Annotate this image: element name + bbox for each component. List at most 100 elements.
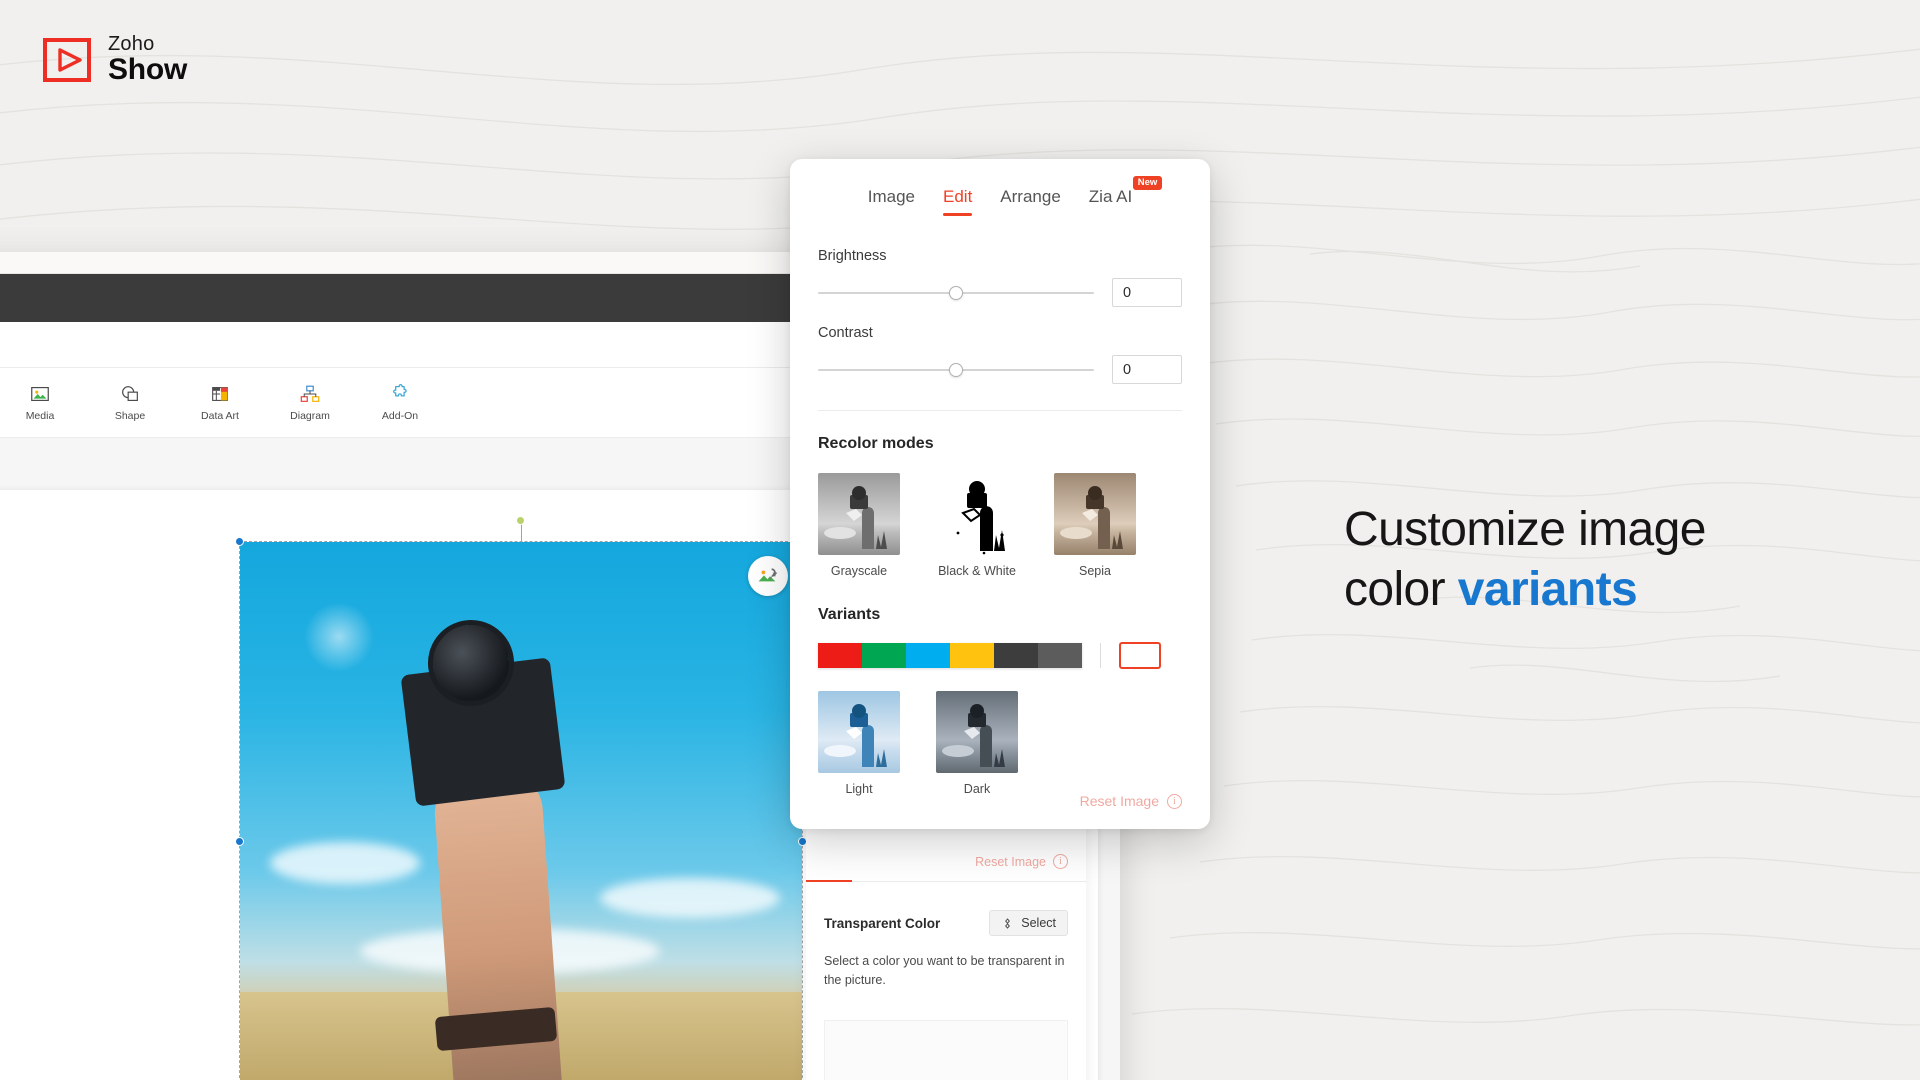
- recolor-mode-sepia-label: Sepia: [1079, 564, 1111, 578]
- transparent-color-preview-area: [824, 1020, 1068, 1080]
- tab-arrange[interactable]: Arrange: [1000, 187, 1060, 216]
- photo-cloud: [270, 842, 420, 884]
- section-divider: [818, 410, 1182, 411]
- brightness-slider-thumb[interactable]: [949, 285, 963, 300]
- swatch-separator: [1100, 643, 1101, 668]
- image-panel-tabs: Image Edit Arrange Zia AI New: [790, 159, 1210, 216]
- brightness-slider[interactable]: [818, 285, 1094, 301]
- marketing-line-2-accent: variants: [1457, 563, 1638, 616]
- screenshot-root: Zoho Show Saved at 1 T Te: [0, 0, 1920, 1080]
- tab-zia-ai[interactable]: Zia AI New: [1088, 176, 1163, 216]
- recolor-mode-black-and-white-label: Black & White: [938, 564, 1016, 578]
- zoho-show-play-logo-icon: [43, 37, 91, 82]
- toolbar-item-diagram[interactable]: Diagram: [286, 383, 334, 422]
- media-picture-icon: [31, 386, 49, 402]
- variant-swatch-row: [818, 642, 1182, 669]
- bg-reset-image-label: Reset Image: [975, 854, 1046, 869]
- tab-image-label: Image: [867, 187, 915, 206]
- grayscale-thumb-image: [818, 473, 900, 555]
- toolbar-item-addon-label: Add-On: [381, 410, 419, 422]
- chevron-down-icon: [1146, 659, 1154, 664]
- transparent-color-description: Select a color you want to be transparen…: [824, 954, 1065, 987]
- variant-tone-light[interactable]: Light: [818, 691, 900, 796]
- toolbar-item-media[interactable]: Media: [16, 383, 64, 422]
- info-circle-icon[interactable]: i: [1053, 854, 1068, 869]
- resize-handle-middle-left[interactable]: [235, 837, 244, 846]
- transparent-color-select-label: Select: [1021, 916, 1056, 930]
- toolbar-item-data-art[interactable]: Data Art: [196, 383, 244, 422]
- photo-sun-glow: [304, 602, 374, 672]
- marketing-line-1: Customize image: [1344, 503, 1706, 556]
- contrast-slider[interactable]: [818, 362, 1094, 378]
- variant-swatch-yellow[interactable]: [950, 643, 994, 668]
- tab-zia-ai-new-badge: New: [1132, 176, 1163, 190]
- recolor-mode-list: Grayscale Black & White Sepia: [818, 473, 1182, 578]
- toolbar-item-media-label: Media: [25, 410, 55, 422]
- diagram-icon: [300, 385, 320, 402]
- slide-body-text: ough the lens of apturing moments om the…: [0, 759, 228, 940]
- contrast-slider-thumb[interactable]: [949, 362, 963, 377]
- variant-swatch-green[interactable]: [862, 643, 906, 668]
- slide-text-block[interactable]: o h y io ough the lens of apturing momen…: [0, 580, 228, 940]
- brightness-row: 0: [818, 278, 1182, 307]
- marketing-line-2-prefix: color: [1344, 563, 1458, 616]
- data-art-icon: [212, 387, 228, 401]
- current-variant-color-picker[interactable]: [1119, 642, 1161, 669]
- rotation-stem: [521, 522, 522, 542]
- variant-tone-dark[interactable]: Dark: [936, 691, 1018, 796]
- toolbar-item-addon[interactable]: Add-On: [376, 383, 424, 422]
- recolor-mode-sepia[interactable]: Sepia: [1054, 473, 1136, 578]
- slide-kicker: o h y: [0, 580, 228, 611]
- panel-accent-rule: [806, 880, 852, 882]
- image-edit-panel: Image Edit Arrange Zia AI New Brightness…: [790, 159, 1210, 829]
- variant-swatch-blue[interactable]: [906, 643, 950, 668]
- brightness-input[interactable]: 0: [1112, 278, 1182, 307]
- replace-image-button[interactable]: [748, 556, 788, 596]
- brand-name-show: Show: [108, 53, 188, 86]
- rotate-handle[interactable]: [516, 516, 525, 525]
- variants-title: Variants: [818, 606, 881, 623]
- variant-swatch-dark-gray[interactable]: [994, 643, 1038, 668]
- brightness-label: Brightness: [818, 248, 887, 264]
- sepia-thumb: [1054, 473, 1136, 555]
- resize-handle-top-left[interactable]: [235, 537, 244, 546]
- transparent-color-header: Transparent Color Select: [824, 910, 1068, 936]
- photo-cloud: [600, 878, 780, 918]
- variant-swatch-strip: [818, 643, 1082, 668]
- transparent-color-select-button[interactable]: Select: [989, 910, 1068, 936]
- reset-image-label: Reset Image: [1079, 793, 1159, 809]
- contrast-input[interactable]: 0: [1112, 355, 1182, 384]
- black-and-white-thumb-image: [936, 473, 1018, 555]
- transparent-color-title: Transparent Color: [824, 915, 941, 931]
- grayscale-thumb: [818, 473, 900, 555]
- tab-zia-ai-label: Zia AI: [1088, 187, 1133, 206]
- shape-icon: [122, 386, 138, 402]
- slide-photo: [240, 542, 802, 1080]
- brand-name-zoho: Zoho: [108, 33, 155, 55]
- variant-swatch-gray[interactable]: [1038, 643, 1082, 668]
- recolor-mode-grayscale[interactable]: Grayscale: [818, 473, 900, 578]
- recolor-mode-black-and-white[interactable]: Black & White: [936, 473, 1018, 578]
- dark-variant-thumb: [936, 691, 1018, 773]
- reset-image-button[interactable]: Reset Image i: [1080, 793, 1182, 809]
- variant-tone-light-label: Light: [845, 782, 873, 796]
- tab-image[interactable]: Image: [868, 187, 915, 216]
- tab-edit-label: Edit: [943, 187, 973, 206]
- toolbar-item-shape[interactable]: Shape: [106, 383, 154, 422]
- recolor-modes-title: Recolor modes: [818, 435, 934, 452]
- contrast-row: 0: [818, 355, 1182, 384]
- variant-tone-dark-label: Dark: [963, 782, 991, 796]
- light-variant-thumb-image: [818, 691, 900, 773]
- tab-arrange-label: Arrange: [1000, 187, 1061, 206]
- variant-swatch-red[interactable]: [818, 643, 862, 668]
- selected-image-object[interactable]: [235, 516, 807, 1080]
- eyedropper-target-icon: [1005, 917, 1011, 929]
- edit-panel-body: Brightness 0 Contrast 0 Recolor modes Gr…: [790, 216, 1210, 796]
- light-variant-thumb: [818, 691, 900, 773]
- tab-edit[interactable]: Edit: [943, 187, 973, 216]
- recolor-mode-grayscale-label: Grayscale: [830, 564, 888, 578]
- transparent-color-section: Transparent Color Select Select a color …: [824, 910, 1068, 990]
- info-circle-icon[interactable]: i: [1167, 793, 1182, 809]
- toolbar-item-diagram-label: Diagram: [290, 410, 330, 422]
- bg-reset-image-button[interactable]: Reset Image i: [975, 854, 1068, 869]
